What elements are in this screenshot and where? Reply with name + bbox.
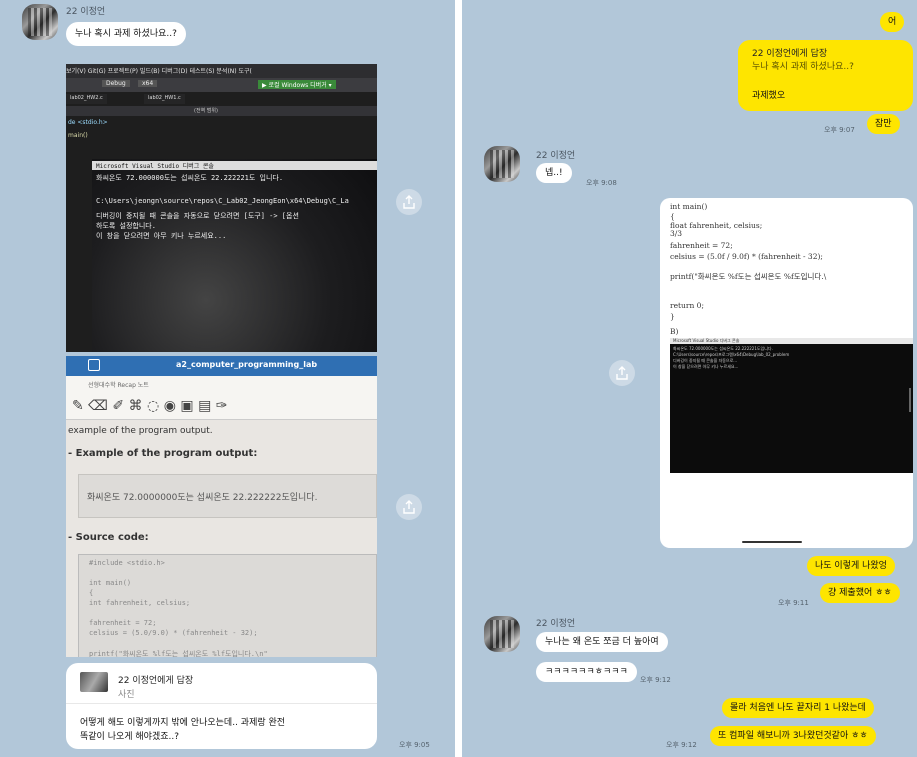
avatar[interactable] xyxy=(484,616,520,652)
code-line: celsius = (5.0/9.0) * (fahrenheit - 32); xyxy=(89,629,258,637)
sender-name: 22 이정언 xyxy=(66,7,106,17)
source-code-box: #include <stdio.h> int main() { int fahr… xyxy=(78,554,377,657)
code-line: 3/3 xyxy=(670,229,683,238)
timestamp: 오후 9:12 xyxy=(666,741,697,749)
timestamp: 오후 9:05 xyxy=(399,741,430,749)
my-message-bubble[interactable]: 어 xyxy=(880,12,905,33)
photo-assignment-doc[interactable]: a2_computer_programming_lab 선형대수학 Recap … xyxy=(66,356,377,657)
timestamp: 오후 9:11 xyxy=(778,599,809,607)
terminal-line: 이 창을 닫으려면 아무 키나 누르세요... xyxy=(673,364,739,369)
terminal-window: Microsoft Visual Studio 디버그 콘솔 화씨온도 72.0… xyxy=(670,338,913,473)
scrollbar[interactable] xyxy=(909,388,911,412)
vs-scope-bar: (전역 범위) xyxy=(66,106,377,116)
upload-icon xyxy=(88,359,100,371)
reply-to: 22 이정언에게 답장 xyxy=(752,49,828,59)
code-line: int main() xyxy=(89,579,132,587)
left-chat-panel: 22 이정언 누나 혹시 과제 하셨나요..? 보기(V) Git(G) 프로젝… xyxy=(0,0,455,757)
doc-tab: 선형대수학 Recap 노트 xyxy=(88,382,149,389)
timestamp: 오후 9:12 xyxy=(640,676,671,684)
message-bubble[interactable]: 넵..! xyxy=(536,163,572,184)
vs-toolbar: Debug x64 ▶ 로컬 Windows 디버거 ▾ xyxy=(66,78,377,92)
code-line: celsius = (5.0f / 9.0f) * (fahrenheit - … xyxy=(670,252,823,261)
doc-heading: - Example of the program output: xyxy=(68,448,258,459)
code-line: { xyxy=(89,589,94,597)
pen-tools-icon: ✎ ⌫ ✐ ⌘ ◌ ◉ ▣ ▤ ✑ xyxy=(72,398,228,414)
reply-quote: 사진 xyxy=(118,690,135,700)
code-line: { xyxy=(670,212,675,221)
terminal-title: Microsoft Visual Studio 디버그 콘솔 xyxy=(673,338,740,343)
console-line: 화씨온도 72.000000도는 섭씨온도 22.222221도 입니다. xyxy=(96,174,284,182)
vs-arch: x64 xyxy=(138,80,158,87)
share-icon[interactable] xyxy=(609,360,635,386)
my-reply-message[interactable]: 22 이정언에게 답장 누나 혹시 과제 하셨나요..? 과제했오 xyxy=(738,40,913,111)
vs-run: ▶ 로컬 Windows 디버거 ▾ xyxy=(258,80,336,89)
console-line: 디버깅이 중지될 때 콘솔을 자동으로 닫으려면 [도구] -> [옵션 xyxy=(96,212,299,220)
code-line: int main() xyxy=(670,202,708,211)
my-message-bubble[interactable]: 몰라 처음엔 나도 끝자리 1 나왔는데 xyxy=(722,698,874,719)
label-b: B) xyxy=(670,327,679,336)
divider xyxy=(66,703,377,704)
message-bubble[interactable]: 누나는 왜 온도 쪼금 더 높아여 xyxy=(536,632,668,653)
reply-thumbnail xyxy=(80,672,108,692)
doc-titlebar: a2_computer_programming_lab xyxy=(66,356,377,376)
message-bubble[interactable]: ㅋㅋㅋㅋㅋㅋㅎㅋㅋㅋ xyxy=(536,662,637,683)
vs-menu: 보기(V) Git(G) 프로젝트(P) 빌드(B) 디버그(D) 테스트(S)… xyxy=(66,68,252,75)
my-message-bubble[interactable]: 나도 이렇게 나왔엉 xyxy=(807,556,895,577)
my-message-bubble[interactable]: 또 컴파일 해보니까 3나왔던것같아 ㅎㅎ xyxy=(710,726,876,747)
vs-tab: lab02_HW1.c xyxy=(144,94,185,104)
photo-vs-screenshot[interactable]: 보기(V) Git(G) 프로젝트(P) 빌드(B) 디버그(D) 테스트(S)… xyxy=(66,64,377,352)
doc-heading: - Source code: xyxy=(68,532,149,543)
output-box: 화씨온도 72.0000000도는 섭씨온도 22.222222도입니다. xyxy=(78,474,377,518)
console-line: C:\Users\jeongn\source\repos\C_Lab02_Jeo… xyxy=(96,197,349,205)
timestamp: 오후 9:08 xyxy=(586,179,617,187)
doc-line: example of the program output. xyxy=(68,426,213,436)
output-text: 화씨온도 72.0000000도는 섭씨온도 22.222222도입니다. xyxy=(87,493,318,503)
reply-text: 어떻게 해도 이렇게까지 밖에 안나오는데.. 과제랑 완전 xyxy=(80,718,286,728)
vs-tab: lab02_HW2.c xyxy=(66,94,107,104)
vs-config: Debug xyxy=(102,80,130,87)
debug-console: Microsoft Visual Studio 디버그 콘솔 화씨온도 72.0… xyxy=(92,159,377,352)
avatar[interactable] xyxy=(22,4,58,40)
console-title: Microsoft Visual Studio 디버그 콘솔 xyxy=(92,161,377,170)
reply-to: 22 이정언에게 답장 xyxy=(118,676,194,686)
code-line: fahrenheit = 72; xyxy=(89,619,157,627)
share-icon[interactable] xyxy=(396,189,422,215)
code-line: int fahrenheit, celsius; xyxy=(89,599,191,607)
my-message-bubble[interactable]: 잠만 xyxy=(867,114,900,135)
console-line: 이 창을 닫으려면 아무 키나 누르세요... xyxy=(96,232,227,240)
code-line: printf("화씨온도 %lf도는 섭씨온도 %lf도입니다.\n" xyxy=(89,650,268,657)
code-line: fahrenheit = 72; xyxy=(670,241,733,250)
sender-name: 22 이정언 xyxy=(536,151,576,161)
console-line: 하도록 설정합니다. xyxy=(96,222,156,230)
annotation-toolbar: 선형대수학 Recap 노트 ✎ ⌫ ✐ ⌘ ◌ ◉ ▣ ▤ ✑ xyxy=(66,376,377,420)
share-icon[interactable] xyxy=(396,494,422,520)
vs-scope: (전역 범위) xyxy=(194,108,218,114)
terminal-titlebar: Microsoft Visual Studio 디버그 콘솔 xyxy=(670,338,913,344)
message-bubble[interactable]: 누나 혹시 과제 하셨나요..? xyxy=(66,22,186,47)
my-message-bubble[interactable]: 걍 제출했어 ㅎㅎ xyxy=(820,583,900,604)
home-indicator xyxy=(742,541,802,543)
vs-code-line: de <stdio.h> xyxy=(68,119,108,126)
code-line: float fahrenheit, celsius; xyxy=(670,221,763,230)
code-line: } xyxy=(670,312,675,321)
vs-code-line: main() xyxy=(68,132,88,139)
code-line: #include <stdio.h> xyxy=(89,559,165,567)
timestamp: 오후 9:07 xyxy=(824,126,855,134)
doc-title: a2_computer_programming_lab xyxy=(176,360,318,369)
reply-text: 똑같이 나오게 해야겠죠..? xyxy=(80,732,180,742)
photo-phone-screenshot[interactable]: int main() { float fahrenheit, celsius; … xyxy=(660,198,913,548)
reply-quote: 누나 혹시 과제 하셨나요..? xyxy=(752,62,854,72)
sender-name: 22 이정언 xyxy=(536,619,576,629)
doc-body: 선형대수학 Recap 노트 ✎ ⌫ ✐ ⌘ ◌ ◉ ▣ ▤ ✑ example… xyxy=(66,376,377,657)
right-chat-panel: 어 22 이정언에게 답장 누나 혹시 과제 하셨나요..? 과제했오 오후 9… xyxy=(462,0,917,757)
code-line: return 0; xyxy=(670,301,704,310)
reply-text: 과제했오 xyxy=(752,91,786,101)
avatar[interactable] xyxy=(484,146,520,182)
reply-message[interactable]: 22 이정언에게 답장 사진 어떻게 해도 이렇게까지 밖에 안나오는데.. 과… xyxy=(66,663,377,749)
code-line: printf("화씨온도 %f도는 섭씨온도 %f도입니다.\ xyxy=(670,272,827,281)
